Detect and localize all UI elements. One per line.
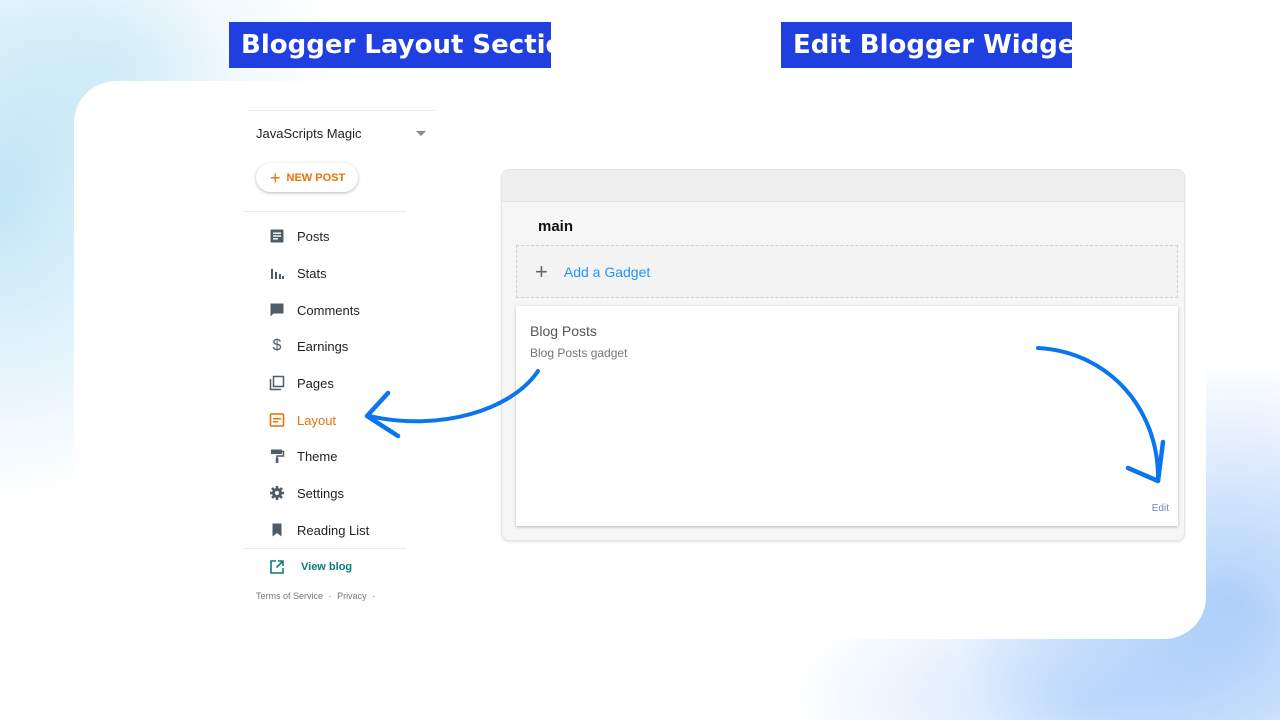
annotation-arrows <box>364 346 1166 484</box>
arrow-to-layout <box>364 369 540 439</box>
arrow-to-edit <box>1036 346 1166 484</box>
